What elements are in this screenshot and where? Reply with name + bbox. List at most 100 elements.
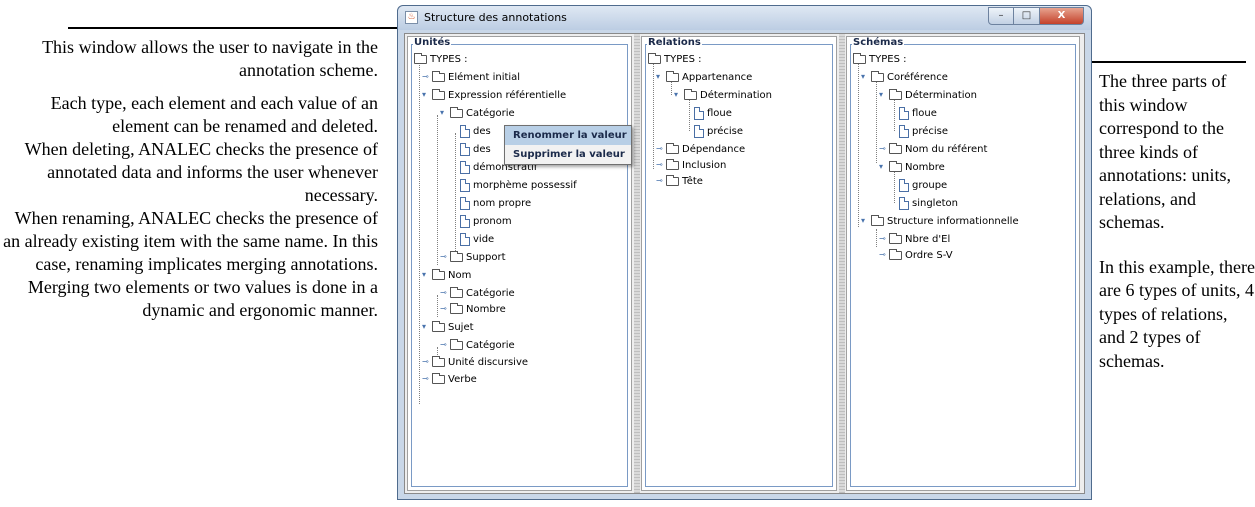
expanded-icon[interactable]: ▾ — [879, 162, 889, 172]
split-divider[interactable] — [839, 34, 845, 493]
tree-item[interactable]: ⊸ Elément initial — [422, 69, 520, 85]
tree-root[interactable]: TYPES : — [853, 51, 906, 67]
minimize-button[interactable]: – — [988, 7, 1014, 25]
file-icon — [460, 196, 470, 210]
tree-guide — [858, 59, 859, 227]
tree-guide — [876, 229, 877, 247]
tree-item[interactable]: ⊸ Nbre d'El — [879, 231, 950, 247]
tree-label: Catégorie — [466, 287, 515, 299]
tree-item[interactable]: ▾ Détermination — [879, 87, 977, 103]
folder-icon — [853, 52, 866, 64]
tree-item[interactable]: ⊸ Nom du référent — [879, 141, 987, 157]
tree-label: pronom — [473, 215, 512, 227]
expanded-icon[interactable]: ▾ — [879, 90, 889, 100]
tree-root[interactable]: TYPES : — [414, 51, 467, 67]
folder-icon — [666, 142, 679, 154]
relations-pane: Relations TYPES : ▾ Appartenance ▾ Détermi… — [641, 36, 837, 491]
tree-item[interactable]: ⊸ Unité discursive — [422, 354, 528, 370]
expanded-icon[interactable]: ▾ — [422, 322, 432, 332]
tree-item[interactable]: ▾ Coréférence — [861, 69, 948, 85]
collapsed-icon[interactable]: ⊸ — [440, 288, 450, 298]
relations-pane-title: Relations — [647, 37, 702, 48]
expanded-icon[interactable]: ▾ — [656, 72, 666, 82]
folder-icon — [432, 372, 445, 384]
expanded-icon[interactable]: ▾ — [422, 90, 432, 100]
caption-navigation: This window allows the user to navigate … — [42, 37, 378, 80]
tree-leaf[interactable]: morphème possessif — [460, 177, 577, 193]
tree-leaf[interactable]: des — [460, 141, 491, 157]
split-divider[interactable] — [634, 34, 640, 493]
tree-leaf[interactable]: floue — [899, 105, 937, 121]
rename-value-menu-item[interactable]: Renommer la valeur — [505, 126, 631, 145]
collapsed-icon[interactable]: ⊸ — [656, 160, 666, 170]
relations-pane-border — [645, 44, 833, 487]
folder-icon — [432, 88, 445, 100]
collapsed-icon[interactable]: ⊸ — [656, 144, 666, 154]
tree-leaf[interactable]: précise — [899, 123, 948, 139]
tree-leaf[interactable]: groupe — [899, 177, 947, 193]
right-rule — [1092, 61, 1246, 63]
tree-label: Catégorie — [466, 339, 515, 351]
tree-label: floue — [912, 107, 937, 119]
tree-item[interactable]: ⊸ Support — [440, 249, 506, 265]
tree-item[interactable]: ▾ Structure informationnelle — [861, 213, 1019, 229]
tree-item[interactable]: ▾ Nombre — [879, 159, 945, 175]
collapsed-icon[interactable]: ⊸ — [879, 250, 889, 260]
folder-icon — [450, 338, 463, 350]
file-icon — [460, 142, 470, 156]
tree-label: Détermination — [905, 89, 978, 101]
expanded-icon[interactable]: ▾ — [674, 90, 684, 100]
folder-icon — [684, 88, 697, 100]
tree-item[interactable]: ⊸ Ordre S-V — [879, 247, 953, 263]
tree-leaf[interactable]: singleton — [899, 195, 958, 211]
tree-item[interactable]: ⊸ Catégorie — [440, 337, 515, 353]
expanded-icon[interactable]: ▾ — [440, 108, 450, 118]
tree-leaf[interactable]: floue — [694, 105, 732, 121]
tree-leaf[interactable]: des — [460, 123, 491, 139]
collapsed-icon[interactable]: ⊸ — [440, 340, 450, 350]
folder-icon — [666, 174, 679, 186]
tree-label: singleton — [912, 197, 958, 209]
tree-item[interactable]: ▾ Expression référentielle — [422, 87, 566, 103]
collapsed-icon[interactable]: ⊸ — [879, 144, 889, 154]
tree-item[interactable]: ▾ Appartenance — [656, 69, 752, 85]
tree-item[interactable]: ⊸ Nombre — [440, 301, 506, 317]
tree-label: Nombre — [905, 161, 945, 173]
title-bar[interactable]: ♨ Structure des annotations – □ X — [398, 6, 1091, 30]
tree-item[interactable]: ▾ Nom — [422, 267, 471, 283]
collapsed-icon[interactable]: ⊸ — [422, 72, 432, 82]
tree-item[interactable]: ⊸ Dépendance — [656, 141, 745, 157]
tree-root[interactable]: TYPES : — [648, 51, 701, 67]
tree-label: nom propre — [473, 197, 532, 209]
collapsed-icon[interactable]: ⊸ — [440, 252, 450, 262]
tree-label: TYPES : — [869, 53, 907, 65]
units-pane: Unités TYPES : ⊸ Elément initial ▾ Express… — [407, 36, 632, 491]
tree-label: Nom — [448, 269, 472, 281]
delete-value-menu-item[interactable]: Supprimer la valeur — [505, 145, 631, 164]
collapsed-icon[interactable]: ⊸ — [422, 357, 432, 367]
tree-item[interactable]: ⊸ Verbe — [422, 371, 477, 387]
collapsed-icon[interactable]: ⊸ — [440, 304, 450, 314]
collapsed-icon[interactable]: ⊸ — [422, 374, 432, 384]
schemas-pane-title: Schémas — [852, 37, 905, 48]
tree-guide — [876, 77, 877, 163]
tree-leaf[interactable]: vide — [460, 231, 494, 247]
tree-label: Elément initial — [448, 71, 521, 83]
collapsed-icon[interactable]: ⊸ — [879, 234, 889, 244]
tree-guide — [419, 59, 420, 404]
tree-leaf[interactable]: nom propre — [460, 195, 531, 211]
expanded-icon[interactable]: ▾ — [861, 216, 871, 226]
tree-item[interactable]: ▾ Détermination — [674, 87, 772, 103]
tree-item[interactable]: ▾ Catégorie — [440, 105, 515, 121]
tree-item[interactable]: ⊸ Catégorie — [440, 285, 515, 301]
tree-item[interactable]: ⊸ Inclusion — [656, 157, 726, 173]
tree-item[interactable]: ▾ Sujet — [422, 319, 474, 335]
close-button[interactable]: X — [1040, 7, 1084, 25]
expanded-icon[interactable]: ▾ — [861, 72, 871, 82]
expanded-icon[interactable]: ▾ — [422, 270, 432, 280]
tree-leaf[interactable]: précise — [694, 123, 743, 139]
tree-item[interactable]: ⊸ Tête — [656, 173, 703, 189]
maximize-button[interactable]: □ — [1014, 7, 1040, 25]
collapsed-icon[interactable]: ⊸ — [656, 176, 666, 186]
tree-leaf[interactable]: pronom — [460, 213, 512, 229]
